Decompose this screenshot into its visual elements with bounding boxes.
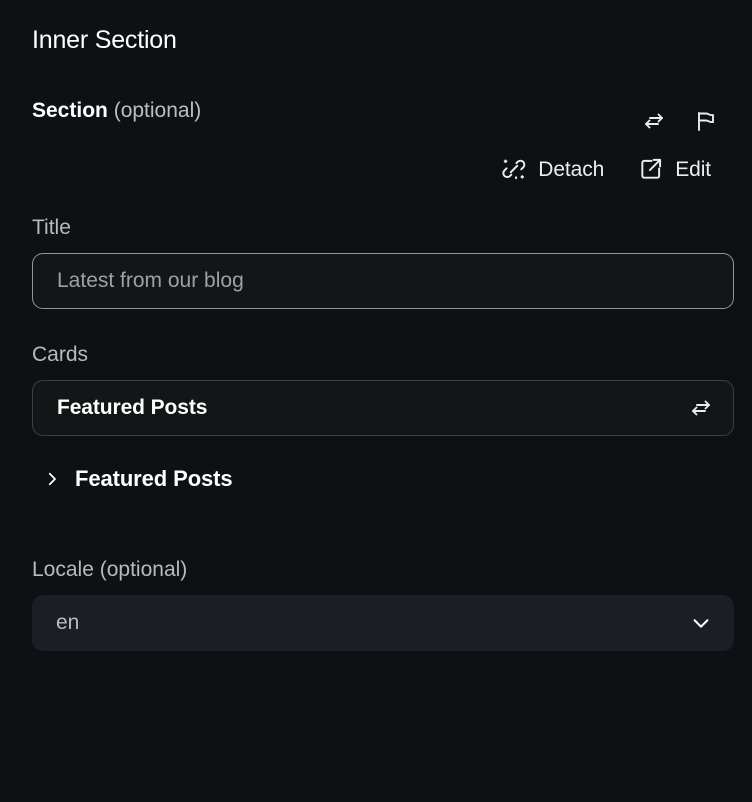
unlink-sparkle-icon <box>501 156 527 182</box>
cards-field: Cards Featured Posts <box>32 343 734 437</box>
page-title: Inner Section <box>32 26 177 54</box>
edit-button[interactable]: Edit <box>638 156 711 182</box>
detach-label: Detach <box>538 157 605 181</box>
accordion-title: Featured Posts <box>75 466 233 492</box>
title-field: Title Latest from our blog <box>32 216 734 310</box>
locale-selected-value: en <box>56 611 80 635</box>
inner-section-panel: Inner Section Section (optional) Detach … <box>0 0 752 802</box>
flag-icon[interactable] <box>693 108 719 134</box>
cards-field-label: Cards <box>32 343 89 367</box>
locale-field-label: Locale (optional) <box>32 558 732 582</box>
chevron-right-icon <box>43 470 61 488</box>
locale-label-optional: (optional) <box>99 558 188 582</box>
cards-swap-icon[interactable] <box>689 396 713 420</box>
section-field-label: Section (optional) <box>32 99 201 122</box>
section-label-text: Section <box>32 99 108 122</box>
edit-label: Edit <box>675 157 711 181</box>
cards-value: Featured Posts <box>57 396 208 420</box>
section-subaction-row: Detach Edit <box>32 156 732 182</box>
detach-button[interactable]: Detach <box>501 156 604 182</box>
locale-label-text: Locale <box>32 558 94 582</box>
swap-icon[interactable] <box>641 108 667 134</box>
chevron-down-icon[interactable] <box>690 612 712 634</box>
section-label-optional: (optional) <box>113 99 202 122</box>
section-header-actions <box>641 99 732 134</box>
locale-select[interactable]: en <box>32 595 734 652</box>
external-link-icon <box>638 156 664 182</box>
cards-combobox[interactable]: Featured Posts <box>32 380 734 437</box>
section-header: Section (optional) <box>32 99 732 134</box>
title-input[interactable]: Latest from our blog <box>32 253 734 310</box>
locale-field: Locale (optional) en <box>32 558 734 652</box>
title-field-label: Title <box>32 216 71 239</box>
featured-posts-accordion[interactable]: Featured Posts <box>32 466 732 492</box>
